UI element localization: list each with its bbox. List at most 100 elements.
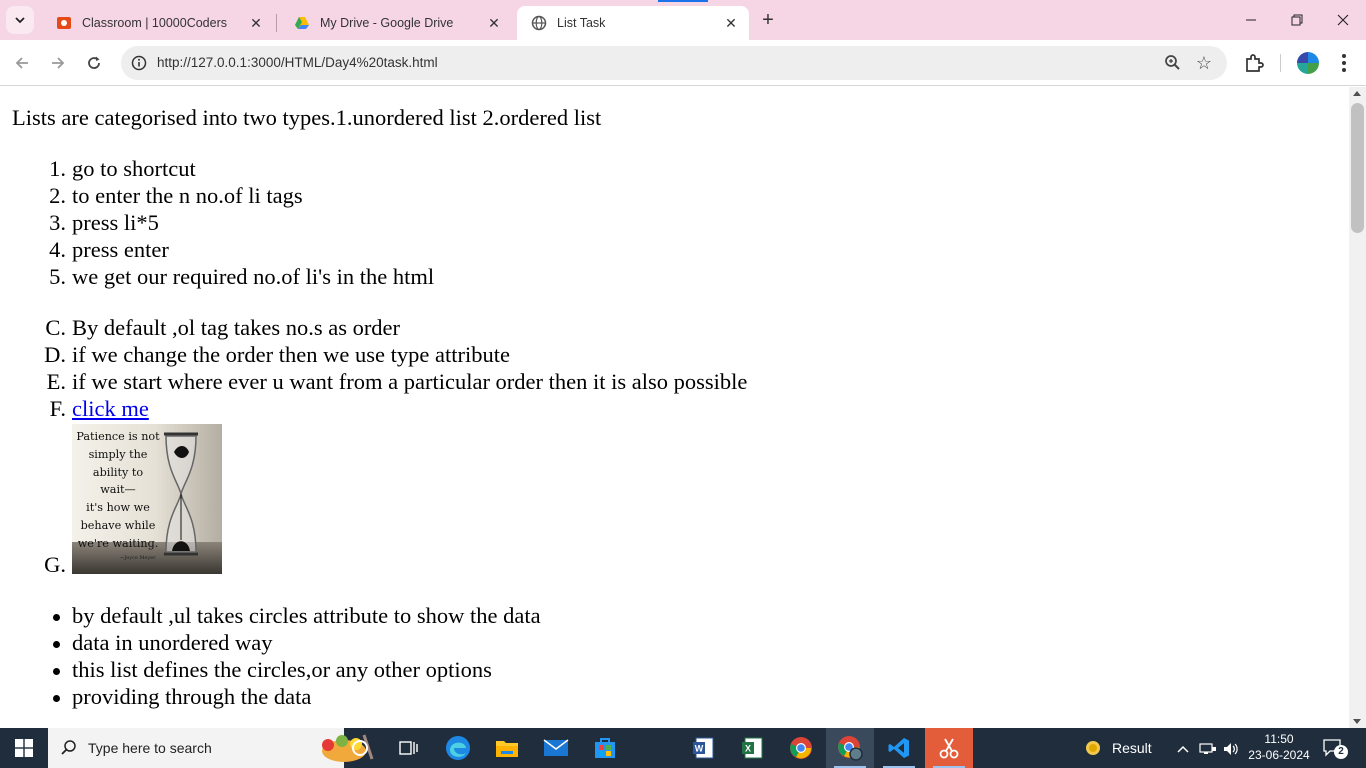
list-item-text: if we start where ever u want from a par…: [72, 369, 748, 394]
mail-icon: [543, 739, 569, 756]
scroll-up-arrow-icon[interactable]: [1353, 91, 1361, 96]
edge-icon: [446, 736, 470, 760]
browser-toolbar: http://127.0.0.1:3000/HTML/Day4%20task.h…: [0, 40, 1366, 86]
notification-count: 2: [1334, 745, 1348, 759]
list-item-text: data in unordered way: [72, 630, 273, 655]
taskbar-excel[interactable]: X: [728, 728, 776, 768]
excel-icon: X: [742, 737, 763, 759]
snipping-tool-icon: [939, 738, 959, 759]
list-item-text: we get our required no.of li's in the ht…: [72, 264, 435, 289]
click-me-link[interactable]: click me: [72, 396, 149, 422]
tab-strip-accent: [658, 0, 708, 2]
taskbar-chrome[interactable]: [777, 728, 825, 768]
tab-separator: [276, 14, 277, 32]
taskbar-store[interactable]: [581, 728, 629, 768]
taskbar-chrome-profile[interactable]: [826, 728, 874, 768]
close-tab-icon[interactable]: ✕: [486, 15, 502, 31]
windows-taskbar: Type here to search W X Result 11:50 23-…: [0, 728, 1366, 768]
list-item-text: by default ,ul takes circles attribute t…: [72, 603, 541, 628]
arrow-left-icon: [15, 57, 28, 69]
toolbar-divider: [1280, 54, 1281, 72]
tab-google-drive[interactable]: My Drive - Google Drive ✕: [280, 6, 512, 40]
weather-label: Result: [1112, 740, 1152, 756]
volume-icon[interactable]: [1222, 740, 1240, 758]
minimize-icon: [1246, 19, 1256, 21]
taskbar-mail[interactable]: [532, 728, 580, 768]
forward-button[interactable]: [43, 48, 73, 78]
tray-chevron-up-icon[interactable]: [1174, 740, 1192, 758]
url-text[interactable]: http://127.0.0.1:3000/HTML/Day4%20task.h…: [157, 55, 438, 70]
store-icon: [595, 738, 615, 758]
vscode-icon: [888, 738, 909, 758]
taskbar-file-explorer[interactable]: [483, 728, 531, 768]
tab-classroom[interactable]: Classroom | 10000Coders ✕: [42, 6, 274, 40]
taskbar-snipping-tool[interactable]: [925, 728, 973, 768]
tab-search-button[interactable]: [6, 6, 34, 34]
classroom-favicon-icon: [57, 17, 71, 29]
page-scrollbar[interactable]: [1349, 87, 1366, 728]
google-drive-icon: [295, 17, 309, 29]
list-marker: E.: [46, 369, 66, 394]
bookmark-star-icon[interactable]: ☆: [1193, 52, 1215, 74]
chevron-down-icon: [15, 17, 25, 24]
task-view-button[interactable]: [384, 728, 432, 768]
windows-logo-icon: [15, 739, 33, 757]
notification-center-button[interactable]: 2: [1322, 737, 1348, 759]
taskbar-vscode[interactable]: [875, 728, 923, 768]
svg-text:W: W: [695, 744, 704, 754]
taskbar-edge[interactable]: [434, 728, 482, 768]
extensions-puzzle-icon[interactable]: [1242, 51, 1266, 75]
close-icon: [1337, 14, 1349, 26]
list-marker: D.: [44, 342, 66, 367]
info-icon: [131, 55, 147, 71]
list-item-text: if we change the order then we use type …: [72, 342, 510, 367]
weather-widget[interactable]: Result: [1082, 728, 1172, 768]
address-bar[interactable]: http://127.0.0.1:3000/HTML/Day4%20task.h…: [121, 46, 1227, 80]
scrollbar-thumb[interactable]: [1351, 103, 1364, 233]
zoom-icon[interactable]: [1163, 53, 1183, 73]
search-icon: [61, 740, 76, 755]
cortana-button[interactable]: [336, 728, 384, 768]
list-item-text: this list defines the circles,or any oth…: [72, 657, 492, 682]
kebab-menu-icon[interactable]: [1334, 50, 1354, 76]
task-view-icon: [399, 741, 418, 755]
tab-strip: Classroom | 10000Coders ✕ My Drive - Goo…: [0, 0, 1366, 40]
reload-icon: [88, 56, 100, 69]
profile-avatar[interactable]: [1297, 52, 1319, 74]
restore-button[interactable]: [1274, 6, 1320, 34]
list-item-text: to enter the n no.of li tags: [72, 183, 303, 208]
list-marker: 4.: [49, 237, 66, 262]
list-item-text: go to shortcut: [72, 156, 196, 181]
svg-text:X: X: [745, 744, 751, 754]
close-tab-icon[interactable]: ✕: [723, 15, 739, 31]
bullet-icon: [53, 695, 60, 702]
start-button[interactable]: [0, 728, 48, 768]
site-info-button[interactable]: [127, 51, 151, 75]
tab-title: List Task: [557, 16, 606, 30]
back-button[interactable]: [7, 48, 37, 78]
close-tab-icon[interactable]: ✕: [248, 15, 264, 31]
chrome-profile-icon: [838, 736, 863, 761]
close-window-button[interactable]: [1320, 6, 1366, 34]
taskbar-word[interactable]: W: [679, 728, 727, 768]
clock-time: 11:50: [1264, 732, 1294, 746]
quote-author: ~Joyce Meyer: [120, 555, 156, 561]
bullet-icon: [53, 668, 60, 675]
page-viewport: Lists are categorised into two types.1.u…: [0, 87, 1349, 728]
list-marker: G.: [44, 552, 66, 577]
cortana-circle-icon: [352, 740, 368, 756]
reload-button[interactable]: [79, 48, 109, 78]
scroll-down-arrow-icon[interactable]: [1353, 719, 1361, 724]
taskbar-search-box[interactable]: Type here to search: [48, 728, 374, 768]
network-icon[interactable]: [1199, 740, 1217, 758]
patience-quote-image: Patience is not simply the ability to wa…: [72, 424, 222, 574]
tab-title: My Drive - Google Drive: [320, 16, 454, 30]
minimize-button[interactable]: [1228, 6, 1274, 34]
list-marker: 3.: [49, 210, 66, 235]
list-marker: 1.: [49, 156, 66, 181]
restore-icon: [1291, 14, 1303, 26]
bullet-icon: [53, 641, 60, 648]
taskbar-clock[interactable]: 11:50 23-06-2024: [1246, 731, 1312, 763]
new-tab-button[interactable]: +: [756, 8, 780, 32]
tab-list-task[interactable]: List Task ✕: [517, 6, 749, 40]
